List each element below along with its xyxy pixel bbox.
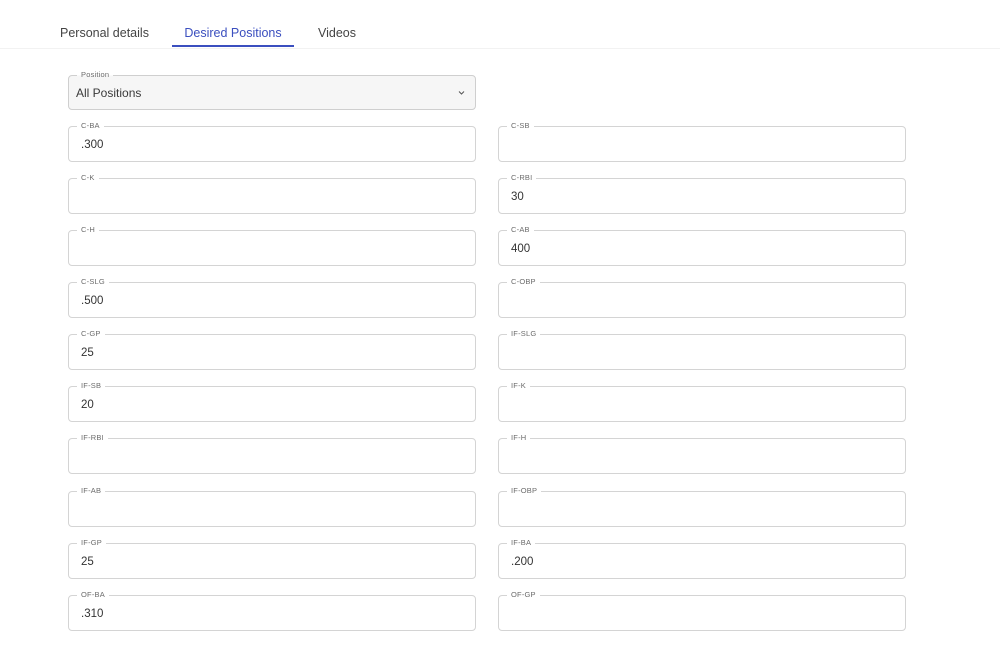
if-rbi-label: IF-RBI (77, 433, 108, 443)
if-sb-label: IF-SB (77, 381, 106, 391)
c-h-input[interactable] (81, 242, 441, 256)
c-k-input[interactable] (81, 190, 441, 204)
if-k-field[interactable]: IF-K (498, 381, 906, 422)
c-gp-input[interactable] (81, 346, 441, 360)
tab-desired-positions[interactable]: Desired Positions (172, 0, 294, 47)
tab-videos-label: Videos (318, 26, 356, 40)
if-slg-field[interactable]: IF-SLG (498, 329, 906, 370)
c-sb-label: C-SB (507, 121, 534, 131)
c-slg-field[interactable]: C-SLG (68, 277, 476, 318)
position-label: Position (77, 70, 114, 80)
if-sb-input[interactable] (81, 398, 441, 412)
if-obp-label: IF-OBP (507, 486, 542, 496)
of-ba-label: OF-BA (77, 590, 109, 600)
if-slg-input[interactable] (511, 346, 871, 360)
c-rbi-field[interactable]: C-RBI (498, 173, 906, 214)
position-value: All Positions (76, 86, 142, 100)
if-ab-label: IF-AB (77, 486, 106, 496)
tab-personal-details[interactable]: Personal details (60, 0, 149, 47)
active-tab-indicator (172, 45, 294, 47)
if-gp-input[interactable] (81, 555, 441, 569)
if-gp-label: IF-GP (77, 538, 106, 548)
of-gp-input[interactable] (511, 607, 871, 621)
c-gp-label: C-GP (77, 329, 105, 339)
c-slg-input[interactable] (81, 294, 441, 308)
c-obp-label: C-OBP (507, 277, 540, 287)
if-obp-field[interactable]: IF-OBP (498, 486, 906, 527)
of-gp-field[interactable]: OF-GP (498, 590, 906, 631)
tab-bar: Personal details Desired Positions Video… (0, 0, 1000, 49)
c-gp-field[interactable]: C-GP (68, 329, 476, 370)
c-h-field[interactable]: C-H (68, 225, 476, 266)
c-ab-label: C-AB (507, 225, 534, 235)
if-h-input[interactable] (511, 450, 871, 464)
if-rbi-input[interactable] (81, 450, 441, 464)
c-k-label: C-K (77, 173, 99, 183)
tab-desired-positions-label: Desired Positions (184, 26, 282, 40)
if-ba-input[interactable] (511, 555, 871, 569)
if-h-field[interactable]: IF-H (498, 433, 906, 474)
if-ab-field[interactable]: IF-AB (68, 486, 476, 527)
if-ab-input[interactable] (81, 503, 441, 517)
c-slg-label: C-SLG (77, 277, 109, 287)
if-obp-input[interactable] (511, 503, 871, 517)
c-ab-field[interactable]: C-AB (498, 225, 906, 266)
c-ba-input[interactable] (81, 138, 441, 152)
position-select[interactable]: Position All Positions (68, 70, 476, 110)
c-k-field[interactable]: C-K (68, 173, 476, 214)
c-sb-input[interactable] (511, 138, 871, 152)
chevron-down-icon (458, 91, 465, 95)
if-k-label: IF-K (507, 381, 530, 391)
of-gp-label: OF-GP (507, 590, 540, 600)
of-ba-field[interactable]: OF-BA (68, 590, 476, 631)
tab-personal-details-label: Personal details (60, 26, 149, 40)
c-rbi-input[interactable] (511, 190, 871, 204)
of-ba-input[interactable] (81, 607, 441, 621)
if-slg-label: IF-SLG (507, 329, 541, 339)
if-sb-field[interactable]: IF-SB (68, 381, 476, 422)
c-ba-field[interactable]: C-BA (68, 121, 476, 162)
c-h-label: C-H (77, 225, 99, 235)
c-sb-field[interactable]: C-SB (498, 121, 906, 162)
c-rbi-label: C-RBI (507, 173, 537, 183)
tab-videos[interactable]: Videos (318, 0, 356, 47)
if-ba-field[interactable]: IF-BA (498, 538, 906, 579)
c-ab-input[interactable] (511, 242, 871, 256)
if-rbi-field[interactable]: IF-RBI (68, 433, 476, 474)
c-ba-label: C-BA (77, 121, 104, 131)
if-ba-label: IF-BA (507, 538, 536, 548)
c-obp-field[interactable]: C-OBP (498, 277, 906, 318)
c-obp-input[interactable] (511, 294, 871, 308)
if-k-input[interactable] (511, 398, 871, 412)
if-gp-field[interactable]: IF-GP (68, 538, 476, 579)
if-h-label: IF-H (507, 433, 531, 443)
